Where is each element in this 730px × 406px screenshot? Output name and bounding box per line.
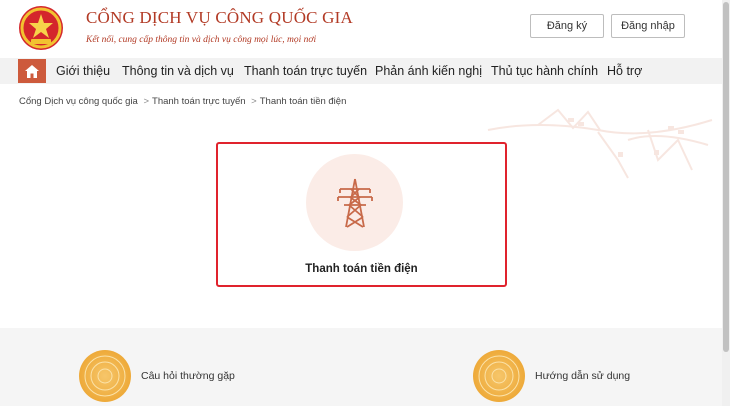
breadcrumb-online-payment[interactable]: Thanh toán trực tuyến (152, 96, 246, 107)
site-title: CỔNG DỊCH VỤ CÔNG QUỐC GIA (86, 8, 353, 27)
breadcrumb-home[interactable]: Cổng Dịch vụ công quốc gia (19, 96, 138, 107)
user-guide-label: Hướng dẫn sử dụng (535, 370, 631, 382)
drum-icon (79, 350, 131, 402)
breadcrumb: Cổng Dịch vụ công quốc gia > Thanh toán t… (19, 96, 346, 107)
nav-item-thong-tin-dich-vu[interactable]: Thông tin và dịch vụ (122, 64, 234, 78)
nav-item-thanh-toan-truc-tuyen[interactable]: Thanh toán trực tuyến (244, 64, 367, 78)
scrollbar-thumb[interactable] (723, 2, 729, 352)
home-button[interactable] (18, 59, 46, 83)
card-icon-circle (306, 154, 403, 251)
help-section: Câu hỏi thường gặp Hướng dẫn sử dụng (0, 328, 722, 406)
header: CỔNG DỊCH VỤ CÔNG QUỐC GIA Kết nối, cung… (0, 0, 722, 58)
brand[interactable]: CỔNG DỊCH VỤ CÔNG QUỐC GIA Kết nối, cung… (86, 8, 353, 45)
breadcrumb-separator: > (251, 96, 257, 107)
breadcrumb-separator: > (143, 96, 150, 107)
nav-item-gioi-thieu[interactable]: Giới thiệu (56, 64, 110, 78)
faq-link[interactable]: Câu hỏi thường gặp (79, 350, 235, 402)
breadcrumb-current: Thanh toán tiền điện (259, 96, 347, 107)
nav-item-ho-tro[interactable]: Hỗ trợ (607, 64, 642, 78)
login-button[interactable]: Đăng nhập (611, 14, 685, 38)
home-icon (25, 64, 39, 78)
decorative-birds-pattern (487, 108, 713, 179)
register-button[interactable]: Đăng ký (530, 14, 604, 38)
faq-label: Câu hỏi thường gặp (141, 370, 235, 382)
service-card-electricity-payment[interactable]: Thanh toán tiền điện (216, 142, 507, 287)
user-guide-link[interactable]: Hướng dẫn sử dụng (473, 350, 630, 402)
main-nav: Giới thiệu Thông tin và dịch vụ Thanh to… (0, 58, 722, 84)
power-tower-icon (336, 178, 373, 228)
national-emblem-icon[interactable] (18, 5, 64, 51)
card-title: Thanh toán tiền điện (305, 263, 418, 275)
nav-item-thu-tuc-hanh-chinh[interactable]: Thủ tục hành chính (491, 64, 598, 78)
site-subtitle: Kết nối, cung cấp thông tin và dịch vụ c… (86, 35, 317, 45)
nav-item-phan-anh-kien-nghi[interactable]: Phản ánh kiến nghị (375, 64, 482, 78)
drum-icon (473, 350, 525, 402)
